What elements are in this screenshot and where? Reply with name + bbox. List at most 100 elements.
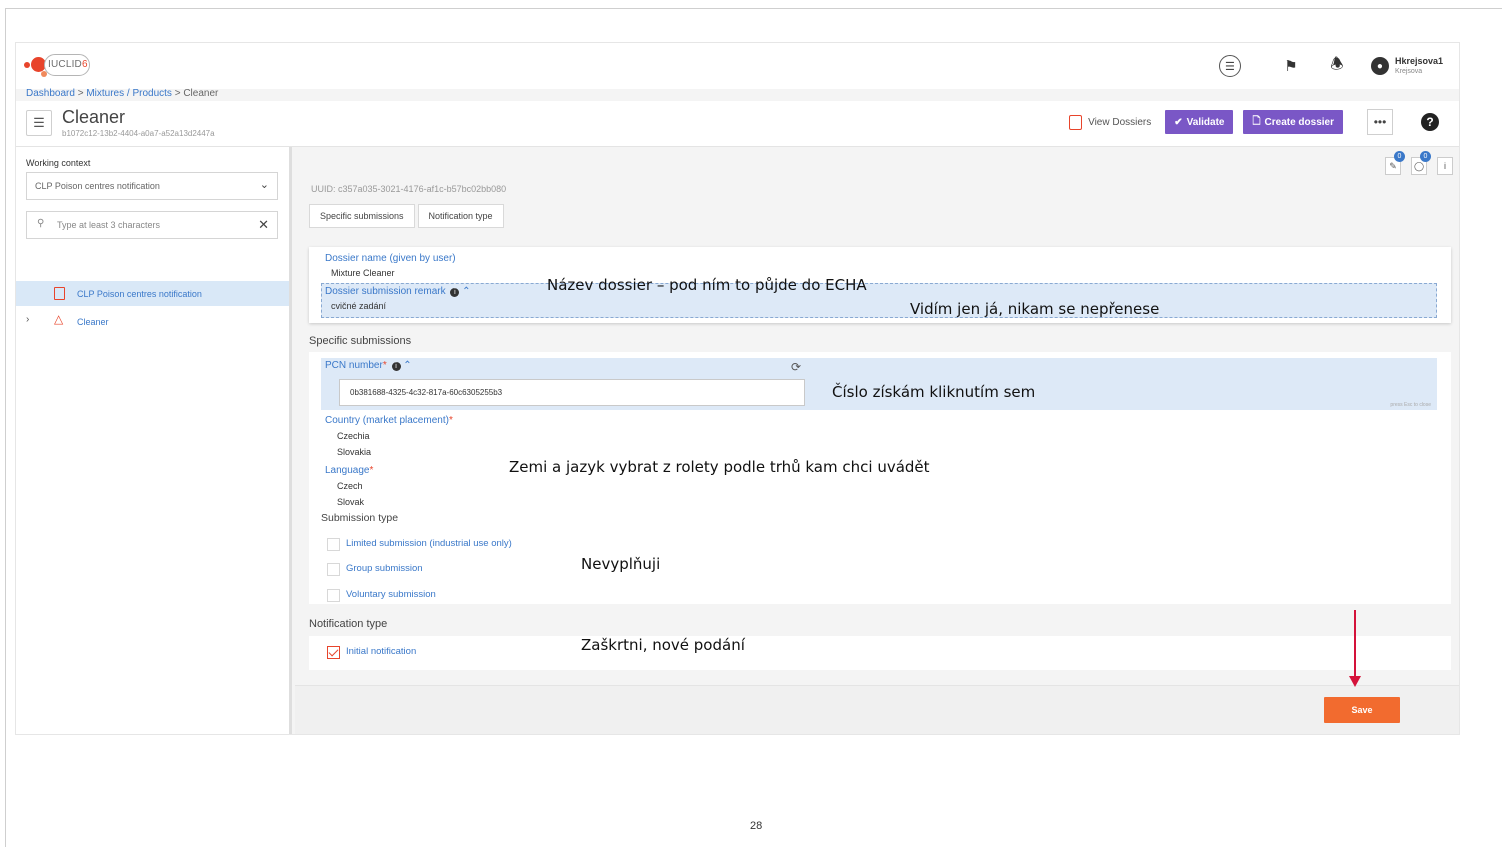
validate-label: Validate (1186, 116, 1225, 128)
group-submission-label[interactable]: Group submission (346, 563, 423, 574)
save-bar (295, 685, 1459, 734)
user-subtitle: Krejsova (1394, 68, 1423, 75)
language-label: Language* (325, 465, 374, 476)
history-icon[interactable]: ◯ 0 (1411, 151, 1431, 175)
help-icon[interactable]: ? (1421, 113, 1439, 131)
title-row: ☰ Cleaner b1072c12-13b2-4404-a0a7-a52a13… (16, 101, 1459, 147)
specific-submissions-title: Specific submissions (309, 335, 412, 347)
main-panel: ✎ 0 ◯ 0 i UUID: c357a035-3021-4176-af1c-b5… (295, 147, 1459, 734)
chevron-right-icon[interactable]: › (26, 314, 29, 325)
dossier-name-label: Dossier name (given by user) (325, 253, 456, 264)
dossier-header-card: Dossier name (given by user) Mixture Cle… (309, 247, 1451, 323)
breadcrumb-separator: > (74, 88, 87, 99)
breadcrumb: Dashboard > Mixtures / Products > Cleane… (26, 88, 218, 99)
dossier-icon (1069, 114, 1083, 130)
tree-item-selected[interactable]: CLP Poison centres notification (16, 281, 289, 306)
country-item[interactable]: Slovakia (337, 447, 371, 457)
chevron-down-icon: ⌄ (259, 179, 269, 191)
list-menu-icon[interactable]: ☰ (1218, 55, 1241, 77)
logo-dot-small (24, 62, 30, 68)
page-uuid: b1072c12-13b2-4404-a0a7-a52a13d2447a (62, 129, 215, 138)
pcn-number-input[interactable]: 0b381688-4325-4c32-817a-60c6305255b3 (339, 379, 805, 406)
annotation-initial-notification: Zaškrtni, nové podání (581, 636, 745, 654)
dossier-remark-field[interactable]: Dossier submission remark i ⌃ cvičné zad… (321, 283, 1437, 318)
limited-submission-checkbox[interactable] (327, 538, 340, 551)
tree-item-label: CLP Poison centres notification (77, 289, 202, 299)
annotation-remark: Vidím jen já, nikam se nepřenese (910, 300, 1160, 318)
iuclid-app-window: IUCLID6 ☰ ⚑ 🕭 ● Hkrejsova1 Krejsova Dash… (15, 42, 1460, 735)
clear-search-icon[interactable]: ✕ (258, 217, 269, 233)
tab-specific-submissions[interactable]: Specific submissions (309, 204, 415, 228)
breadcrumb-mixtures[interactable]: Mixtures / Products (86, 88, 172, 99)
page-number: 28 (750, 820, 763, 832)
dossier-name-value[interactable]: Mixture Cleaner (331, 268, 395, 278)
language-item[interactable]: Czech (337, 481, 363, 491)
annotation-icon[interactable]: ✎ 0 (1385, 151, 1405, 175)
breadcrumb-separator: > (171, 88, 184, 99)
validate-button[interactable]: ✔ Validate (1165, 110, 1234, 134)
search-placeholder: Type at least 3 characters (57, 220, 161, 230)
save-button[interactable]: Save (1324, 697, 1400, 723)
notification-document-icon (54, 287, 65, 300)
create-dossier-button[interactable]: 🗋 Create dossier (1243, 110, 1343, 134)
tree-item-cleaner[interactable]: Cleaner (77, 317, 109, 327)
breadcrumb-dashboard[interactable]: Dashboard (26, 88, 75, 99)
user-name: Hkrejsova1 (1394, 56, 1443, 66)
dossier-remark-label: Dossier submission remark i ⌃ (325, 286, 471, 297)
action-bar: View Dossiers ✔ Validate 🗋 Create dossier … (1069, 109, 1439, 135)
annotation-dossier-name: Název dossier – pod ním to půjde do ECHA (547, 276, 867, 294)
iuclid-logo[interactable]: IUCLID6 (24, 51, 104, 81)
info-icon[interactable]: i (1437, 157, 1453, 175)
logo-text: IUCLID6 (48, 59, 88, 70)
working-context-label: Working context (26, 158, 91, 168)
working-context-value: CLP Poison centres notification (35, 181, 160, 191)
breadcrumb-current: Cleaner (183, 88, 219, 99)
group-submission-checkbox[interactable] (327, 563, 340, 576)
country-label: Country (market placement)* (325, 415, 453, 426)
red-arrow-shaft (1354, 610, 1356, 678)
user-menu[interactable]: ● Hkrejsova1 Krejsova (1370, 56, 1443, 76)
submission-type-label: Submission type (321, 512, 399, 524)
tab-notification-type[interactable]: Notification type (417, 204, 504, 228)
voluntary-submission-checkbox[interactable] (327, 589, 340, 602)
language-item[interactable]: Slovak (337, 497, 364, 507)
annotation-submission-type: Nevyplňuji (581, 555, 661, 573)
country-item[interactable]: Czechia (337, 431, 370, 441)
annotation-pcn: Číslo získám kliknutím sem (832, 383, 1036, 401)
annotation-badge: 0 (1394, 151, 1405, 162)
voluntary-submission-label[interactable]: Voluntary submission (346, 589, 436, 600)
top-header: IUCLID6 ☰ ⚑ 🕭 ● Hkrejsova1 Krejsova (16, 43, 1459, 89)
chevron-up-icon: ⌃ (403, 360, 412, 371)
user-avatar-icon: ● (1370, 57, 1389, 75)
create-dossier-label: Create dossier (1264, 116, 1334, 128)
pcn-label: PCN number* i ⌃ (325, 360, 412, 371)
limited-submission-label[interactable]: Limited submission (industrial use only) (346, 538, 512, 549)
notification-type-title: Notification type (309, 618, 388, 630)
document-icon: 🗋 (1252, 115, 1261, 127)
section-tabs: Specific submissions Notification type (309, 204, 504, 228)
check-icon: ✔ (1174, 116, 1183, 128)
history-badge: 0 (1420, 151, 1431, 162)
pcn-hint: press Esc to close (1390, 402, 1431, 408)
bell-icon[interactable]: 🕭 (1325, 54, 1349, 78)
view-dossiers-label: View Dossiers (1088, 116, 1152, 128)
page-title: Cleaner (62, 107, 126, 127)
hamburger-menu-button[interactable]: ☰ (26, 110, 52, 136)
dossier-remark-value: cvičné zadání (331, 301, 387, 311)
flag-message-icon[interactable]: ⚑ (1279, 54, 1303, 78)
dossier-uuid: UUID: c357a035-3021-4176-af1c-b57bc02bb0… (311, 184, 507, 194)
red-arrow-head-icon (1349, 676, 1361, 687)
more-options-button[interactable]: ••• (1367, 109, 1393, 135)
info-circle-icon: i (450, 288, 460, 297)
sidebar: Working context CLP Poison centres notif… (16, 147, 292, 734)
refresh-pcn-icon[interactable]: ⟳ (791, 360, 801, 374)
view-dossiers-button[interactable]: View Dossiers (1069, 114, 1152, 130)
annotation-country-language: Zemi a jazyk vybrat z rolety podle trhů … (509, 458, 930, 476)
working-context-select[interactable]: CLP Poison centres notification ⌄ (26, 172, 278, 200)
side-icon-group: ✎ 0 ◯ 0 i (1385, 151, 1453, 175)
initial-notification-label[interactable]: Initial notification (346, 646, 416, 657)
top-icon-bar: ☰ ⚑ 🕭 ● Hkrejsova1 Krejsova (1218, 51, 1443, 81)
initial-notification-checkbox[interactable] (327, 646, 340, 659)
search-input[interactable]: ⚲ Type at least 3 characters ✕ (26, 211, 278, 239)
notification-type-card: Initial notification (309, 636, 1451, 670)
